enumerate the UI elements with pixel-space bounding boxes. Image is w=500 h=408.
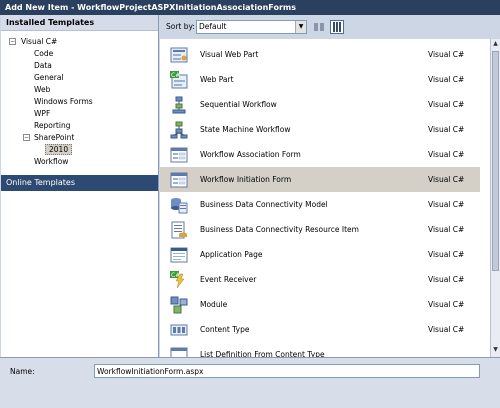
list-scrollbar[interactable]: ▲ ▼ [490, 39, 500, 357]
installed-templates-header[interactable]: Installed Templates [1, 15, 158, 31]
templates-pane: Installed Templates − Visual C# Code Dat… [1, 15, 159, 357]
item-type: Visual C# [428, 150, 465, 159]
list-item[interactable]: Sequential Workflow Visual C# [160, 92, 480, 117]
item-name: List Definition From Content Type [200, 350, 325, 357]
tree-item-windows-forms[interactable]: Windows Forms [34, 96, 93, 107]
item-type: Visual C# [428, 75, 465, 84]
svg-text:C#: C# [171, 72, 180, 79]
sort-by-label: Sort by: [166, 22, 195, 31]
scroll-up-icon[interactable]: ▲ [491, 39, 500, 49]
event-receiver-icon: C# [170, 271, 188, 289]
tree-item-label: Visual C# [21, 37, 58, 46]
list-item[interactable]: Workflow Association Form Visual C# [160, 142, 480, 167]
workflow-icon [170, 96, 188, 114]
item-name: Module [200, 300, 228, 309]
list-item-selected[interactable]: Workflow Initiation Form Visual C# [160, 167, 480, 192]
bdc-model-icon [170, 196, 188, 214]
item-name: Content Type [200, 325, 250, 334]
add-new-item-dialog: Add New Item - WorkflowProjectASPXInitia… [0, 0, 500, 408]
item-type: Visual C# [428, 300, 465, 309]
tree-item-label: Data [34, 61, 52, 70]
item-name: Business Data Connectivity Resource Item [200, 225, 359, 234]
tree-item-label: 2010 [45, 144, 73, 155]
tree-item-label: SharePoint [34, 133, 75, 142]
tree-item-label: WPF [34, 109, 51, 118]
item-name: Visual Web Part [200, 50, 259, 59]
sort-by-select[interactable]: Default ▼ [196, 20, 307, 34]
dialog-title: Add New Item - WorkflowProjectASPXInitia… [0, 0, 500, 15]
item-type: Visual C# [428, 250, 465, 259]
tree-item-label: General [34, 73, 64, 82]
item-name: State Machine Workflow [200, 125, 291, 134]
bottom-panel: Name: [0, 357, 500, 408]
tree-item-sharepoint[interactable]: SharePoint [34, 132, 74, 143]
content-type-icon [170, 321, 188, 339]
list-item[interactable]: Business Data Connectivity Model Visual … [160, 192, 480, 217]
state-machine-icon [170, 121, 188, 139]
list-definition-icon [170, 346, 188, 357]
list-item[interactable]: List Definition From Content Type [160, 342, 480, 357]
tree-item-label: Windows Forms [34, 97, 93, 106]
item-name: Event Receiver [200, 275, 257, 284]
item-name: Web Part [200, 75, 234, 84]
icon-view-icon [314, 23, 324, 31]
tree-item-label: Reporting [34, 121, 71, 130]
list-item[interactable]: Application Page Visual C# [160, 242, 480, 267]
details-view-button[interactable] [330, 20, 344, 34]
medium-icons-view-button[interactable] [312, 20, 326, 34]
web-part-icon [170, 46, 188, 64]
list-item[interactable]: C# Web Part Visual C# [160, 67, 480, 92]
application-page-icon [170, 246, 188, 264]
item-type: Visual C# [428, 325, 465, 334]
item-type: Visual C# [428, 100, 465, 109]
form-icon [170, 146, 188, 164]
tree-item-visual-csharp[interactable]: Visual C# [21, 36, 57, 47]
tree-item-code[interactable]: Code [34, 48, 53, 59]
tree-item-workflow[interactable]: Workflow [34, 156, 68, 167]
tree-item-general[interactable]: General [34, 72, 64, 83]
item-name: Business Data Connectivity Model [200, 200, 328, 209]
items-toolbar: Sort by: Default ▼ [160, 15, 500, 39]
list-item[interactable]: Module Visual C# [160, 292, 480, 317]
item-type: Visual C# [428, 225, 465, 234]
item-name: Application Page [200, 250, 263, 259]
list-item[interactable]: Content Type Visual C# [160, 317, 480, 342]
tree-item-data[interactable]: Data [34, 60, 52, 71]
scroll-thumb[interactable] [492, 51, 499, 271]
item-type: Visual C# [428, 200, 465, 209]
list-item[interactable]: Business Data Connectivity Resource Item… [160, 217, 480, 242]
list-item[interactable]: State Machine Workflow Visual C# [160, 117, 480, 142]
form-icon [170, 171, 188, 189]
item-type: Visual C# [428, 125, 465, 134]
collapse-visual-csharp-icon[interactable]: − [9, 38, 16, 45]
tree-item-label: Code [34, 49, 54, 58]
item-name: Workflow Initiation Form [200, 175, 292, 184]
items-pane: Sort by: Default ▼ Visual Web Part Visua… [160, 15, 500, 357]
tree-item-label: Workflow [34, 157, 69, 166]
item-type: Visual C# [428, 275, 465, 284]
chevron-down-icon[interactable]: ▼ [295, 21, 306, 33]
list-item[interactable]: Visual Web Part Visual C# [160, 42, 480, 67]
templates-list: Visual Web Part Visual C# C# Web Part Vi… [160, 39, 490, 357]
tree-item-2010[interactable]: 2010 [45, 144, 73, 155]
sort-by-value: Default [199, 22, 227, 31]
module-icon [170, 296, 188, 314]
item-type: Visual C# [428, 175, 465, 184]
item-type: Visual C# [428, 50, 465, 59]
tree-item-wpf[interactable]: WPF [34, 108, 50, 119]
csharp-web-part-icon: C# [170, 71, 188, 89]
online-templates[interactable]: Online Templates [1, 175, 158, 191]
tree-item-reporting[interactable]: Reporting [34, 120, 70, 131]
list-item[interactable]: C# Event Receiver Visual C# [160, 267, 480, 292]
item-name: Sequential Workflow [200, 100, 277, 109]
name-label: Name: [10, 367, 35, 376]
scroll-down-icon[interactable]: ▼ [491, 345, 500, 355]
collapse-sharepoint-icon[interactable]: − [23, 134, 30, 141]
bdc-resource-icon [170, 221, 188, 239]
name-field[interactable] [94, 364, 480, 378]
tree-item-web[interactable]: Web [34, 84, 50, 95]
item-name: Workflow Association Form [200, 150, 301, 159]
list-view-icon [333, 22, 341, 32]
tree-item-label: Web [34, 85, 51, 94]
